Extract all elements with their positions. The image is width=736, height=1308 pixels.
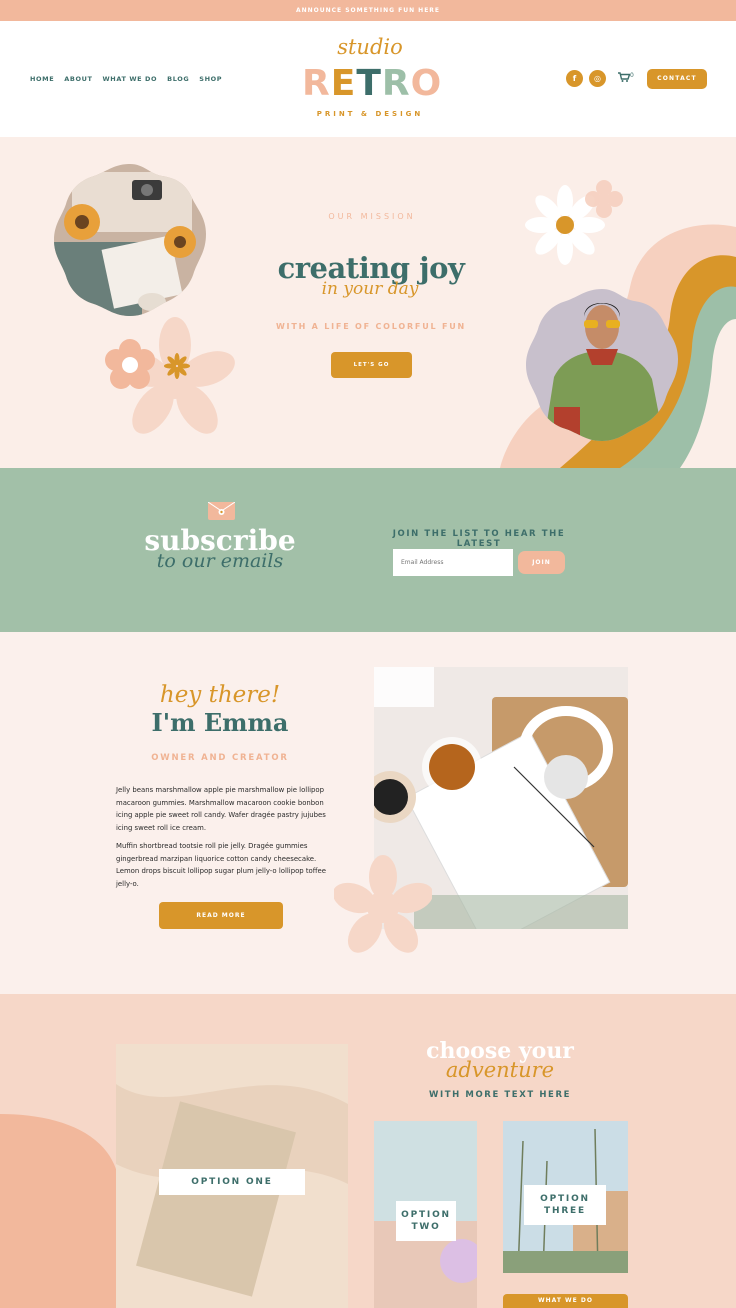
option-one-card[interactable]: OPTION ONE [116,1044,348,1308]
join-list-label: JOIN THE LIST TO HEAR THE LATEST [392,529,566,549]
hero-section: OUR MISSION creating joy in your day WIT… [0,137,736,468]
about-section: hey there! I'm Emma OWNER AND CREATOR Je… [0,632,736,994]
option-two-card[interactable]: OPTION TWO [374,1121,477,1308]
option-three-card[interactable]: OPTION THREE [503,1121,628,1273]
nav-home[interactable]: HOME [30,75,54,83]
contact-button[interactable]: CONTACT [647,69,707,89]
join-button[interactable]: JOIN [518,551,565,574]
site-header: HOME ABOUT WHAT WE DO BLOG SHOP studio R… [0,21,736,137]
adventure-subtitle: WITH MORE TEXT HERE [429,1090,571,1100]
nav-blog[interactable]: BLOG [167,75,189,83]
option-one-label[interactable]: OPTION ONE [159,1169,305,1195]
logo-letter: R [381,63,411,104]
flatlay-photo [54,164,206,316]
daisy-flower-decoration [525,180,623,265]
hero-script-title: in your day [321,279,419,299]
option-two-label[interactable]: OPTION TWO [396,1201,456,1241]
hero-subtitle: WITH A LIFE OF COLORFUL FUN [275,322,467,331]
envelope-icon [207,501,236,520]
email-field[interactable] [393,549,513,576]
logo-letter: T [356,63,382,104]
cart-icon [618,72,631,82]
nav-about[interactable]: ABOUT [64,75,92,83]
logo-studio-text[interactable]: studio [330,35,410,59]
logo-letter: O [410,63,443,104]
logo-letter: E [330,63,357,104]
model-photo [526,289,678,441]
retro-flowers-decoration [105,317,235,434]
nav-shop[interactable]: SHOP [199,75,222,83]
option-three-label[interactable]: OPTION THREE [524,1185,606,1225]
announcement-text: ANNOUNCE SOMETHING FUN HERE [295,7,441,14]
read-more-button[interactable]: READ MORE [159,902,283,929]
facebook-icon[interactable]: f [566,70,583,87]
wave-decoration [0,1114,120,1308]
lets-go-button[interactable]: LET'S GO [331,352,412,378]
subscribe-script-title: to our emails [156,550,284,572]
cart-count: 0 [630,72,634,79]
instagram-icon[interactable]: ◎ [589,70,606,87]
logo-retro-text[interactable]: RETRO [302,63,441,104]
adventure-section: OPTION ONE choose your adventure WITH MO… [0,994,736,1308]
about-name-heading: I'm Emma [151,708,289,737]
about-role: OWNER AND CREATOR [151,753,289,763]
nav-what-we-do[interactable]: WHAT WE DO [103,75,158,83]
about-greeting: hey there! [159,682,281,708]
announcement-bar: ANNOUNCE SOMETHING FUN HERE [0,0,736,21]
mission-eyebrow: OUR MISSION [328,212,416,221]
main-nav: HOME ABOUT WHAT WE DO BLOG SHOP [30,75,222,83]
logo-letter: R [302,63,331,104]
cart-link[interactable]: 0 [618,72,634,85]
about-paragraph: Muffin shortbread tootsie roll pie jelly… [116,842,327,888]
what-we-do-button[interactable]: WHAT WE DO [503,1294,628,1308]
logo-tagline: PRINT & DESIGN [316,110,424,118]
adventure-script-title: adventure [445,1058,555,1082]
retro-flower-decoration [334,855,432,953]
subscribe-section: subscribe to our emails JOIN THE LIST TO… [0,468,736,632]
about-paragraph: Jelly beans marshmallow apple pie marshm… [116,786,326,832]
